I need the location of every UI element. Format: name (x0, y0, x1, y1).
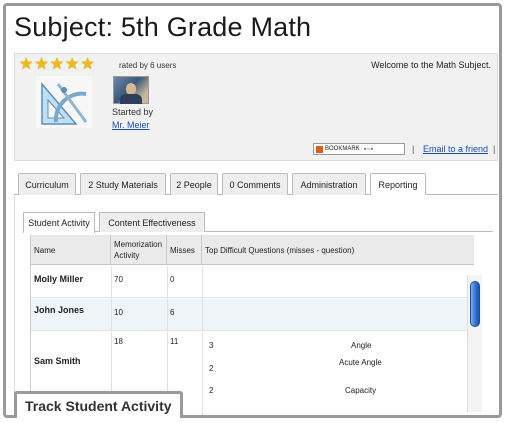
geometry-tools-icon (36, 76, 92, 128)
subject-tabs: Curriculum 2 Study Materials 2 People 0 … (14, 173, 498, 196)
reporting-subtabs: Student Activity Content Effectiveness (23, 212, 493, 233)
activity-value: 18 (114, 337, 123, 346)
bookmark-icon (316, 145, 323, 153)
subject-info-panel: ★ ★ ★ ★ ★ rated by 6 users Welcome to th… (14, 53, 498, 161)
misses-value: 11 (170, 337, 179, 346)
misses-value: 0 (170, 275, 175, 284)
question-text: Angle (351, 341, 372, 350)
screenshot-frame: Subject: 5th Grade Math ★ ★ ★ ★ ★ rated … (3, 3, 502, 418)
table-header: Name Memorization Activity Misses Top Di… (31, 235, 474, 265)
share-icons: ▪▫▪ (363, 145, 375, 153)
tab-reporting[interactable]: Reporting (370, 173, 426, 196)
rating-stars[interactable]: ★ ★ ★ ★ ★ (19, 57, 95, 73)
column-header-questions[interactable]: Top Difficult Questions (misses - questi… (202, 235, 474, 265)
welcome-message: Welcome to the Math Subject. (371, 60, 491, 70)
column-header-misses[interactable]: Misses (167, 235, 202, 265)
question-misses: 3 (209, 341, 214, 350)
star-icon[interactable]: ★ (19, 57, 33, 73)
teacher-avatar[interactable] (113, 76, 149, 104)
table-row[interactable]: John Jones 10 6 (31, 299, 474, 331)
tab-curriculum[interactable]: Curriculum (18, 173, 76, 195)
star-icon[interactable]: ★ (34, 57, 48, 73)
student-name: Molly Miller (34, 274, 84, 284)
student-name: John Jones (34, 305, 85, 315)
star-icon[interactable]: ★ (50, 57, 64, 73)
started-by-label: Started by (112, 107, 154, 117)
column-header-name[interactable]: Name (31, 235, 111, 265)
student-name: Sam Smith (34, 356, 81, 366)
activity-value: 10 (114, 308, 123, 317)
table-row[interactable]: Molly Miller 70 0 (31, 266, 474, 298)
teacher-link[interactable]: Mr. Meier (112, 120, 150, 130)
tab-content-effectiveness[interactable]: Content Effectiveness (99, 212, 205, 232)
question-misses: 2 (209, 364, 214, 373)
question-misses: 2 (209, 386, 214, 395)
tab-study-materials[interactable]: 2 Study Materials (80, 173, 166, 195)
reporting-panel: Student Activity Content Effectiveness N… (14, 195, 498, 415)
column-header-activity[interactable]: Memorization Activity (111, 235, 167, 265)
question-text: Acute Angle (339, 358, 382, 367)
separator: | (412, 144, 415, 154)
feature-caption: Track Student Activity (14, 391, 183, 418)
tab-comments[interactable]: 0 Comments (222, 173, 288, 195)
activity-value: 70 (114, 275, 123, 284)
tab-student-activity[interactable]: Student Activity (23, 212, 95, 233)
tab-people[interactable]: 2 People (170, 173, 218, 195)
bookmark-button[interactable]: BOOKMARK ▪▫▪ (313, 143, 405, 155)
star-icon[interactable]: ★ (80, 57, 94, 73)
bookmark-label: BOOKMARK (325, 146, 360, 152)
misses-value: 6 (170, 308, 175, 317)
scrollbar-thumb[interactable] (470, 281, 480, 327)
email-friend-link[interactable]: Email to a friend (423, 144, 488, 154)
rating-count: rated by 6 users (119, 61, 177, 70)
separator: | (493, 144, 496, 154)
star-icon[interactable]: ★ (65, 57, 79, 73)
question-text: Capacity (345, 386, 377, 395)
tab-administration[interactable]: Administration (292, 173, 366, 195)
page-title: Subject: 5th Grade Math (14, 12, 312, 42)
table-scrollbar[interactable] (467, 275, 482, 412)
